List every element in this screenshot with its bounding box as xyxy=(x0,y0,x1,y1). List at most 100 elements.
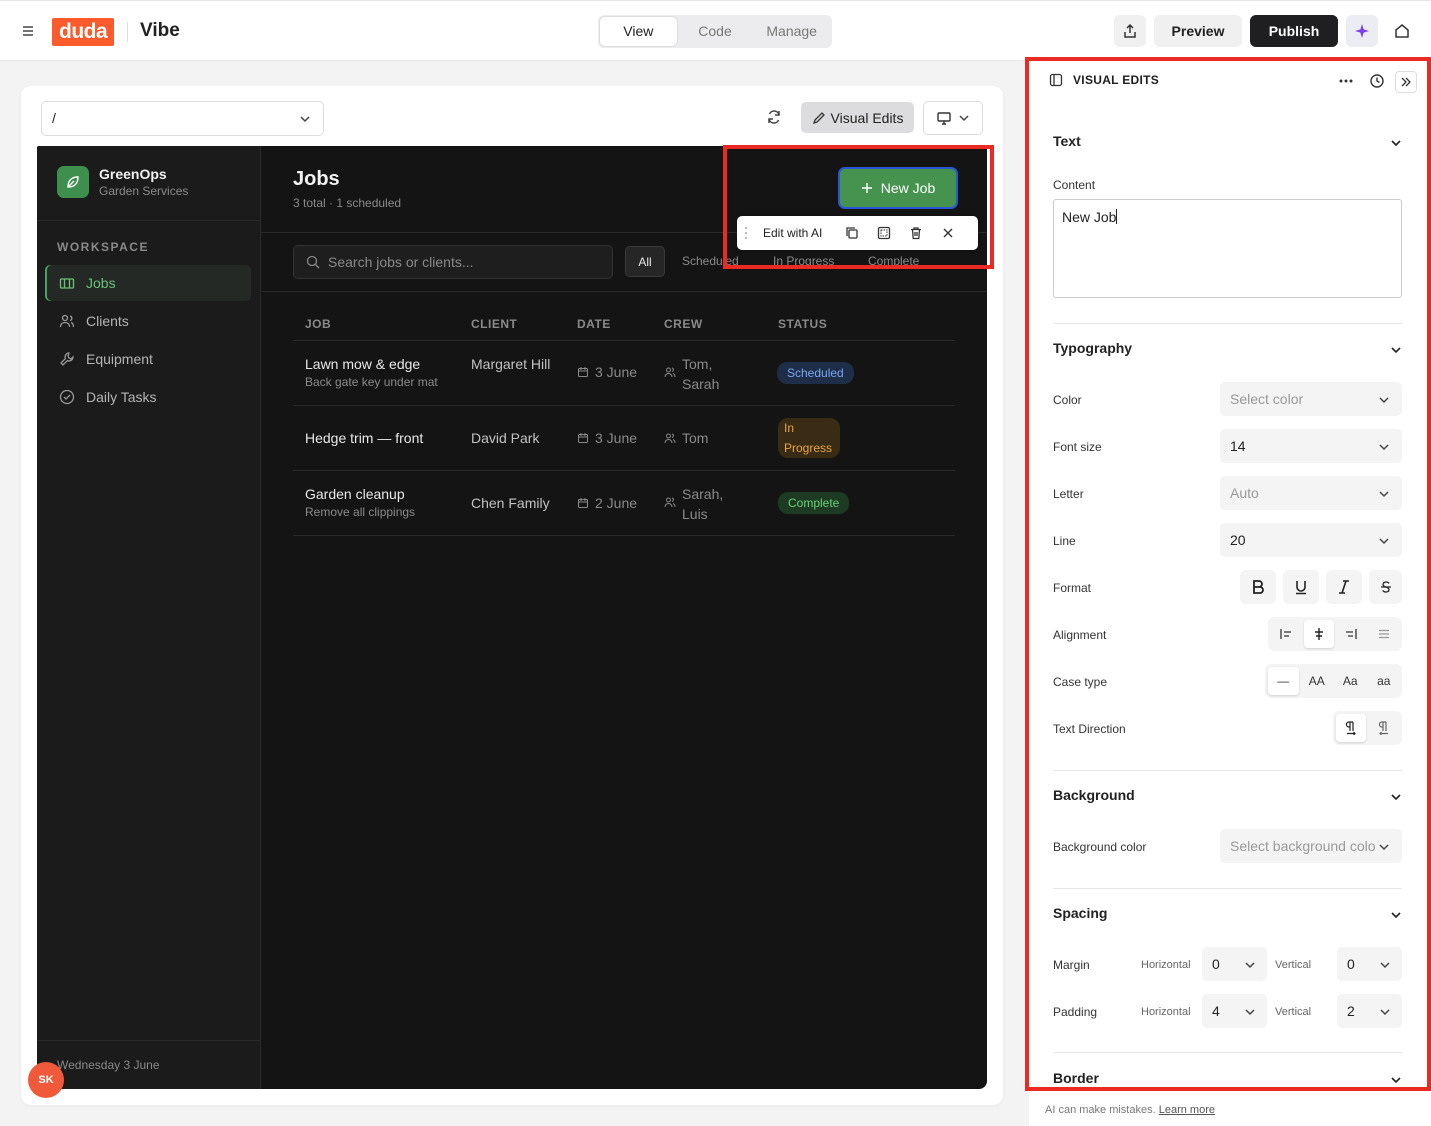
brand-subtitle: Garden Services xyxy=(99,184,189,198)
nav-item-jobs[interactable]: Jobs xyxy=(45,265,251,301)
content-value: New Job xyxy=(1062,209,1117,225)
mode-manage[interactable]: Manage xyxy=(753,17,830,46)
background-color-select[interactable]: Select background colo xyxy=(1220,829,1402,863)
trash-icon[interactable] xyxy=(900,226,932,240)
filter-complete[interactable]: Complete xyxy=(868,246,919,277)
divider xyxy=(37,1040,261,1041)
line-height-select[interactable]: 20 xyxy=(1220,523,1402,557)
users-icon xyxy=(59,314,75,328)
edit-with-ai-button[interactable]: Edit with AI xyxy=(755,226,836,240)
border-section-header[interactable]: Border xyxy=(1053,1070,1402,1090)
history-icon[interactable] xyxy=(1369,73,1385,89)
filter-all[interactable]: All xyxy=(625,246,665,277)
nav-item-clients[interactable]: Clients xyxy=(45,303,251,339)
filter-scheduled[interactable]: Scheduled xyxy=(682,246,739,277)
duda-logo[interactable]: duda xyxy=(52,18,115,46)
footer-date: Wednesday 3 June xyxy=(57,1058,160,1072)
search-placeholder: Search jobs or clients... xyxy=(328,254,474,270)
padding-vertical-select[interactable]: 2 xyxy=(1337,994,1402,1028)
home-icon xyxy=(1395,24,1409,38)
filter-in-progress[interactable]: In Progress xyxy=(773,246,834,277)
page-title: Jobs xyxy=(293,168,340,190)
chevron-down-icon xyxy=(1244,1006,1256,1018)
text-section-header[interactable]: Text xyxy=(1053,133,1402,153)
content-textarea[interactable]: New Job xyxy=(1053,199,1402,298)
bold-button[interactable] xyxy=(1240,570,1276,604)
italic-button[interactable] xyxy=(1326,570,1362,604)
preview-button[interactable]: Preview xyxy=(1154,15,1242,47)
chevron-down-icon xyxy=(299,113,311,125)
menu-icon[interactable] xyxy=(20,23,36,39)
job-note: Remove all clippings xyxy=(305,505,416,519)
strikethrough-button[interactable] xyxy=(1369,570,1402,604)
mode-code[interactable]: Code xyxy=(677,17,754,46)
new-job-button[interactable]: New Job xyxy=(840,169,956,207)
spacing-section-header[interactable]: Spacing xyxy=(1053,905,1402,925)
typography-section-header[interactable]: Typography xyxy=(1053,340,1402,360)
users-icon xyxy=(664,497,676,508)
nav-item-daily-tasks[interactable]: Daily Tasks xyxy=(45,379,251,415)
padding-horizontal-label: Horizontal xyxy=(1141,1006,1191,1018)
ltr-icon[interactable] xyxy=(1336,714,1366,742)
letter-label: Letter xyxy=(1053,487,1084,501)
section-title: Typography xyxy=(1053,340,1133,356)
background-color-label: Background color xyxy=(1053,840,1147,854)
close-icon[interactable] xyxy=(932,227,964,239)
ai-assistant-button[interactable] xyxy=(1346,15,1378,47)
padding-horizontal-select[interactable]: 4 xyxy=(1202,994,1267,1028)
case-upper-button[interactable]: AA xyxy=(1302,667,1333,695)
background-section-header[interactable]: Background xyxy=(1053,787,1402,807)
case-capitalize-button[interactable]: Aa xyxy=(1335,667,1366,695)
drag-handle-icon[interactable] xyxy=(737,226,755,240)
bold-icon xyxy=(1253,580,1264,594)
device-select[interactable] xyxy=(923,101,983,135)
mode-view[interactable]: View xyxy=(600,17,677,46)
nav-item-equipment[interactable]: Equipment xyxy=(45,341,251,377)
users-icon xyxy=(664,367,676,378)
more-icon[interactable] xyxy=(1338,73,1354,89)
margin-horizontal-select[interactable]: 0 xyxy=(1202,947,1267,981)
panel-header: VISUAL EDITS xyxy=(1049,73,1159,87)
duplicate-icon[interactable] xyxy=(836,226,868,240)
refresh-icon[interactable] xyxy=(766,109,782,125)
letter-value: Auto xyxy=(1230,485,1259,501)
align-justify-icon[interactable] xyxy=(1369,620,1399,648)
date-cell: 3 June xyxy=(577,430,637,446)
date-value: 3 June xyxy=(595,430,638,446)
calendar-icon xyxy=(578,367,588,377)
padding-horizontal-value: 4 xyxy=(1212,1003,1220,1019)
collapse-panel-icon[interactable] xyxy=(1395,71,1417,93)
rtl-icon[interactable] xyxy=(1369,714,1399,742)
font-size-select[interactable]: 14 xyxy=(1220,429,1402,463)
chevron-down-icon xyxy=(1390,344,1402,356)
share-button[interactable] xyxy=(1114,15,1146,47)
alignment-group xyxy=(1268,617,1402,651)
case-none-button[interactable]: — xyxy=(1268,667,1299,695)
calendar-icon xyxy=(578,433,588,443)
text-direction-group xyxy=(1333,711,1402,745)
underline-button[interactable] xyxy=(1283,570,1319,604)
align-left-icon[interactable] xyxy=(1271,620,1301,648)
learn-more-link[interactable]: Learn more xyxy=(1159,1104,1215,1116)
crew-value: Tom, Sarah xyxy=(682,356,720,392)
chevron-down-icon xyxy=(1390,137,1402,149)
site-preview: GreenOps Garden Services WORKSPACE Jobs … xyxy=(37,146,987,1089)
publish-button[interactable]: Publish xyxy=(1250,15,1338,47)
italic-icon xyxy=(1339,580,1349,594)
text-direction-label: Text Direction xyxy=(1053,722,1126,736)
letter-spacing-select[interactable]: Auto xyxy=(1220,476,1402,510)
avatar[interactable]: SK xyxy=(28,1062,64,1098)
case-lower-button[interactable]: aa xyxy=(1369,667,1400,695)
chevron-down-icon xyxy=(1378,841,1390,853)
visual-edits-button[interactable]: Visual Edits xyxy=(801,102,914,133)
align-right-icon[interactable] xyxy=(1337,620,1367,648)
new-job-label: New Job xyxy=(880,180,936,196)
color-select[interactable]: Select color xyxy=(1220,382,1402,416)
chevron-down-icon xyxy=(1390,909,1402,921)
home-button[interactable] xyxy=(1386,15,1418,47)
align-center-icon[interactable] xyxy=(1303,620,1334,648)
search-input[interactable]: Search jobs or clients... xyxy=(293,245,613,279)
margin-vertical-select[interactable]: 0 xyxy=(1337,947,1402,981)
route-select[interactable]: / xyxy=(41,101,324,136)
select-parent-icon[interactable] xyxy=(868,226,900,240)
